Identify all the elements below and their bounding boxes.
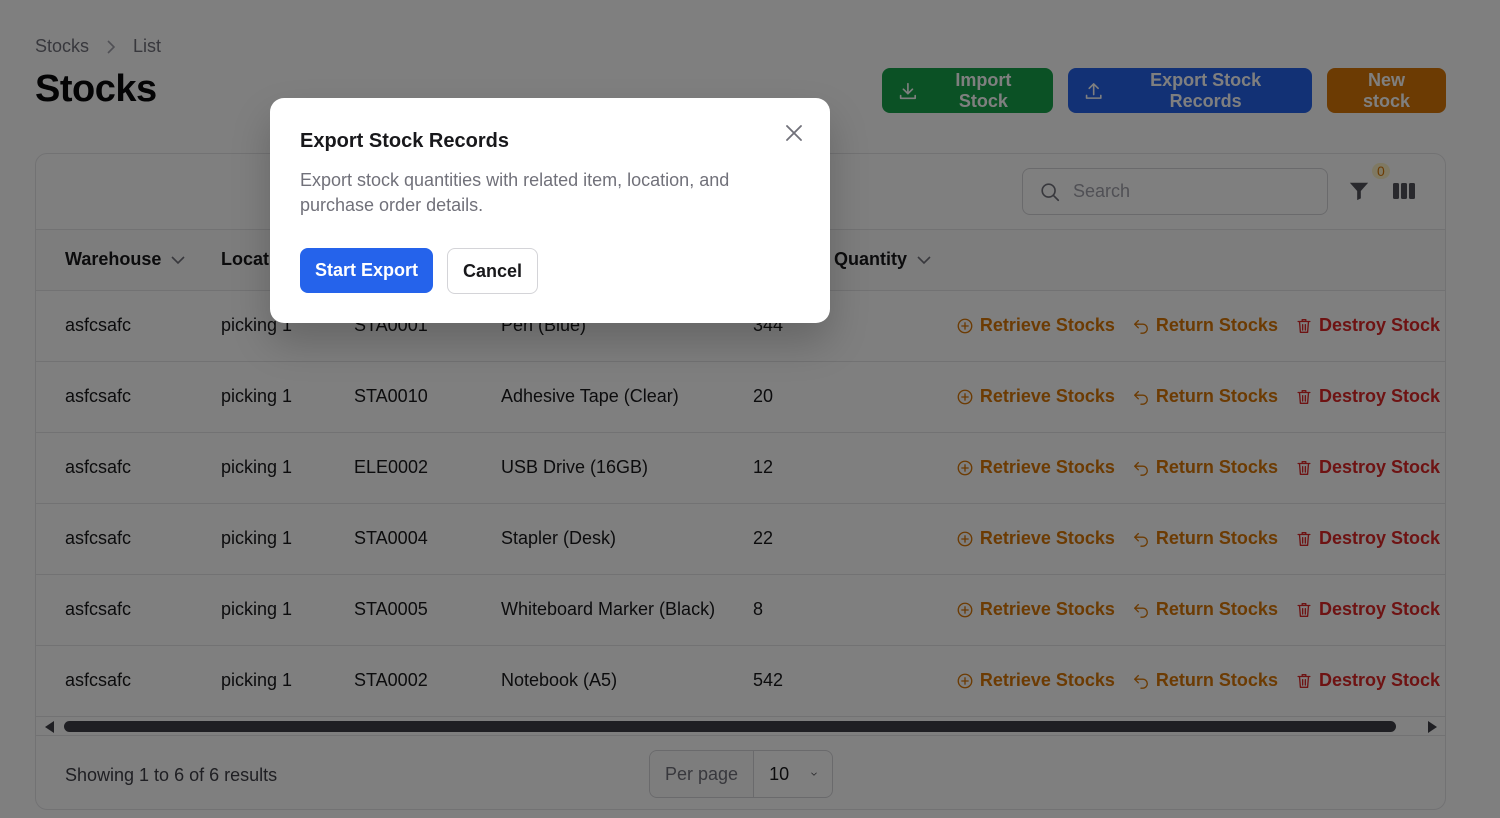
- modal-actions: Start Export Cancel: [300, 248, 539, 294]
- close-icon[interactable]: [782, 121, 806, 145]
- modal-description: Export stock quantities with related ite…: [300, 170, 730, 215]
- export-modal: Export Stock Records Export stock quanti…: [270, 98, 830, 323]
- page: Stocks List Stocks Import Stock Export S…: [0, 0, 1500, 818]
- cancel-button[interactable]: Cancel: [447, 248, 539, 294]
- start-export-button[interactable]: Start Export: [300, 248, 434, 293]
- modal-title: Export Stock Records: [300, 130, 509, 152]
